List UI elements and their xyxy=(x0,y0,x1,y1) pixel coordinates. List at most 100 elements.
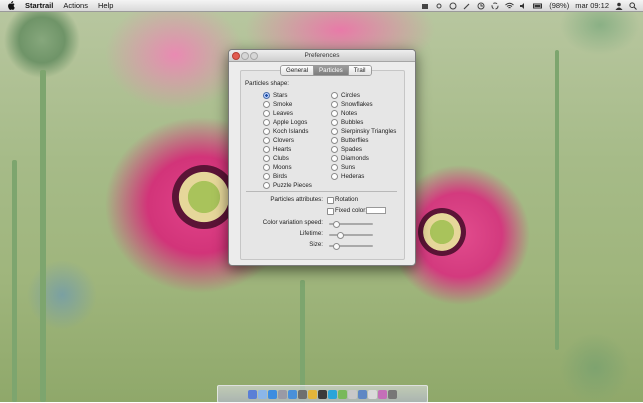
volume-icon[interactable] xyxy=(519,2,527,10)
menu-app-name[interactable]: Startrail xyxy=(25,1,53,10)
shape-radio-suns[interactable]: Suns xyxy=(331,164,355,171)
lifetime-slider[interactable] xyxy=(329,232,373,239)
size-label: Size: xyxy=(309,241,323,248)
radio-dot[interactable] xyxy=(331,164,338,171)
radio-dot[interactable] xyxy=(331,137,338,144)
dock-app-icon[interactable] xyxy=(328,389,337,399)
shape-radio-hederas[interactable]: Hederas xyxy=(331,173,364,180)
particles-shape-label: Particles shape: xyxy=(245,80,290,87)
apple-menu-icon[interactable] xyxy=(7,1,15,10)
menu-actions[interactable]: Actions xyxy=(63,1,88,10)
star-tool-icon[interactable] xyxy=(435,2,443,10)
slider-knob[interactable] xyxy=(332,221,340,228)
shape-radio-spades[interactable]: Spades xyxy=(331,146,362,153)
dock-app-icon[interactable] xyxy=(308,389,317,399)
dock-app-icon[interactable] xyxy=(258,389,267,399)
fixed-color-checkbox[interactable] xyxy=(327,208,334,215)
color-variation-slider[interactable] xyxy=(329,221,373,228)
shape-radio-leaves[interactable]: Leaves xyxy=(263,110,293,117)
radio-dot[interactable] xyxy=(263,137,270,144)
shape-radio-notes[interactable]: Notes xyxy=(331,110,357,117)
dock-app-icon[interactable] xyxy=(318,389,327,399)
fixed-color-well[interactable] xyxy=(366,207,386,214)
shape-radio-diamonds[interactable]: Diamonds xyxy=(331,155,369,162)
radio-dot[interactable] xyxy=(331,155,338,162)
dock-app-icon[interactable] xyxy=(248,389,257,399)
menu-bar: Startrail Actions Help (98%) mar 09:12 xyxy=(0,0,643,12)
slider-knob[interactable] xyxy=(332,243,340,250)
poppy-stem xyxy=(555,50,559,350)
shape-radio-snowflakes[interactable]: Snowflakes xyxy=(331,101,373,108)
shape-radio-koch-islands[interactable]: Koch Islands xyxy=(263,128,308,135)
radio-dot[interactable] xyxy=(263,155,270,162)
window-titlebar[interactable]: Preferences xyxy=(229,50,415,62)
particles-panel: Particles shape: Stars Smoke Leaves Apple L… xyxy=(240,70,405,260)
rotation-checkbox[interactable] xyxy=(327,197,334,204)
time-machine-icon[interactable] xyxy=(477,2,485,10)
shape-radio-label: Snowflakes xyxy=(341,101,373,108)
box-icon[interactable] xyxy=(421,2,429,10)
radio-dot[interactable] xyxy=(263,128,270,135)
radio-dot[interactable] xyxy=(263,182,270,189)
radio-dot[interactable] xyxy=(263,146,270,153)
close-button[interactable] xyxy=(232,52,240,60)
radio-dot[interactable] xyxy=(263,110,270,117)
dock-app-icon[interactable] xyxy=(338,389,347,399)
shape-radio-bubbles[interactable]: Bubbles xyxy=(331,119,363,126)
menu-help[interactable]: Help xyxy=(98,1,113,10)
wrench-icon[interactable] xyxy=(463,2,471,10)
dock-app-icon[interactable] xyxy=(368,389,377,399)
radio-dot[interactable] xyxy=(263,173,270,180)
shape-radio-stars[interactable]: Stars xyxy=(263,92,287,99)
shape-radio-apple-logos[interactable]: Apple Logos xyxy=(263,119,307,126)
clock[interactable]: mar 09:12 xyxy=(575,1,609,10)
radio-dot[interactable] xyxy=(331,146,338,153)
dock-app-icon[interactable] xyxy=(388,389,397,399)
color-variation-row: Color variation speed: xyxy=(241,219,323,227)
shape-radio-birds[interactable]: Birds xyxy=(263,173,287,180)
shape-radio-clubs[interactable]: Clubs xyxy=(263,155,289,162)
radio-dot[interactable] xyxy=(331,110,338,117)
shape-radio-moons[interactable]: Moons xyxy=(263,164,292,171)
lifetime-label: Lifetime: xyxy=(299,230,323,237)
user-icon[interactable] xyxy=(615,2,623,10)
wifi-icon[interactable] xyxy=(505,2,515,10)
radio-dot[interactable] xyxy=(331,173,338,180)
shape-radio-butterflies[interactable]: Butterflies xyxy=(331,137,369,144)
shape-radio-circles[interactable]: Circles xyxy=(331,92,360,99)
dock-app-icon[interactable] xyxy=(288,389,297,399)
shape-radio-smoke[interactable]: Smoke xyxy=(263,101,292,108)
spotlight-search-icon[interactable] xyxy=(629,1,637,10)
radio-dot[interactable] xyxy=(331,119,338,126)
dock-app-icon[interactable] xyxy=(358,389,367,399)
dock-app-icon[interactable] xyxy=(348,389,357,399)
dock-app-icon[interactable] xyxy=(268,389,277,399)
shape-radio-sierpinsky-triangles[interactable]: Sierpinsky Triangles xyxy=(331,128,396,135)
radio-dot[interactable] xyxy=(263,119,270,126)
radio-dot[interactable] xyxy=(331,101,338,108)
sync-icon[interactable] xyxy=(491,2,499,10)
dock-app-icon[interactable] xyxy=(298,389,307,399)
radio-dot[interactable] xyxy=(263,164,270,171)
radio-dot[interactable] xyxy=(331,128,338,135)
battery-icon[interactable] xyxy=(533,2,543,10)
radio-dot[interactable] xyxy=(263,101,270,108)
size-slider[interactable] xyxy=(329,243,373,250)
shape-radio-clovers[interactable]: Clovers xyxy=(263,137,294,144)
shape-radio-hearts[interactable]: Hearts xyxy=(263,146,291,153)
radio-dot[interactable] xyxy=(263,92,270,99)
slider-knob[interactable] xyxy=(336,232,344,239)
shape-radio-label: Puzzle Pieces xyxy=(273,182,312,189)
minimize-button[interactable] xyxy=(241,52,249,60)
tab-particles[interactable]: Particles xyxy=(314,66,349,75)
radio-dot[interactable] xyxy=(331,92,338,99)
shape-radio-puzzle-pieces[interactable]: Puzzle Pieces xyxy=(263,182,312,189)
shape-radio-label: Leaves xyxy=(273,110,293,117)
tab-trail[interactable]: Trail xyxy=(348,66,371,75)
size-row: Size: xyxy=(241,241,323,249)
zoom-button[interactable] xyxy=(250,52,258,60)
dock-app-icon[interactable] xyxy=(278,389,287,399)
dock-app-icon[interactable] xyxy=(378,389,387,399)
tab-general[interactable]: General xyxy=(281,66,315,75)
gauge-icon[interactable] xyxy=(449,2,457,10)
